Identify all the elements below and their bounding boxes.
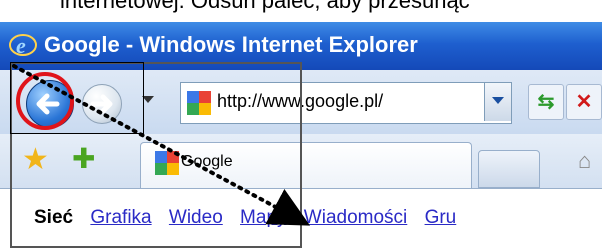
drag-arrow [12, 64, 311, 226]
